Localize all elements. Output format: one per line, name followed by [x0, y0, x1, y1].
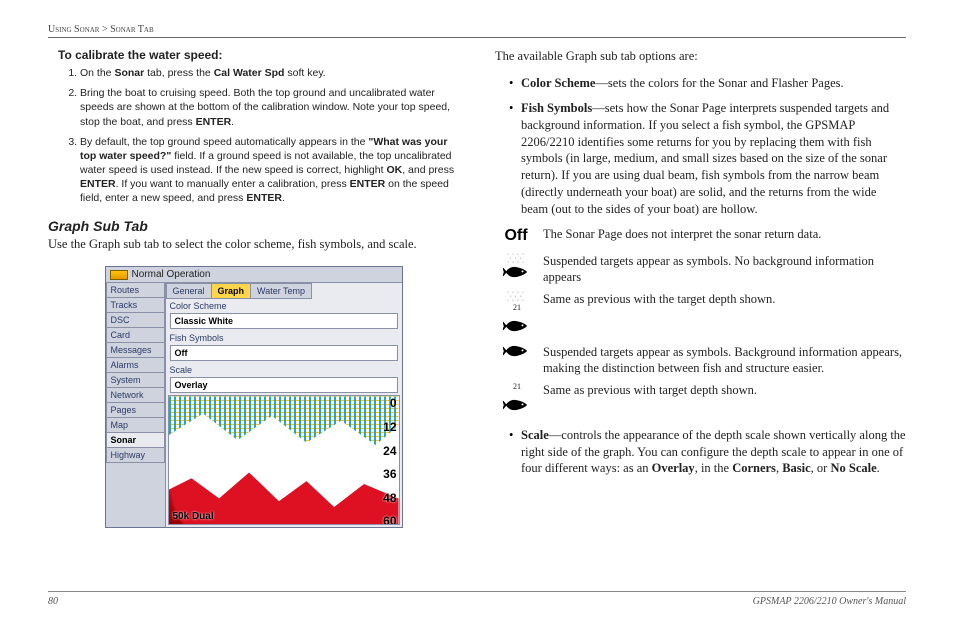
device-field-label: Scale [166, 363, 402, 377]
fish-symbol-row: 21 Same as previous with target depth sh… [499, 382, 906, 417]
fish-symbol-table: Off The Sonar Page does not interpret the… [499, 226, 906, 417]
procedure-step: On the Sonar tab, press the Cal Water Sp… [80, 66, 459, 80]
options-intro: The available Graph sub tab options are: [495, 48, 906, 65]
device-title: Normal Operation [132, 269, 211, 280]
fish-symbol-row: Suspended targets appear as symbols. Bac… [499, 344, 906, 377]
page-number: 80 [48, 596, 58, 607]
manual-title: GPSMAP 2206/2210 Owner's Manual [753, 596, 906, 607]
device-side-tab[interactable]: DSC [106, 312, 165, 328]
device-side-tab[interactable]: Network [106, 387, 165, 403]
option-item: Scale—controls the appearance of the dep… [509, 427, 906, 478]
device-subtab[interactable]: General [166, 283, 212, 299]
fish-dots-icon: ∙ ∙ ∙ ∙∙ ∙ ∙∙ ∙ ∙ ∙ [499, 253, 533, 283]
device-side-tab[interactable]: System [106, 372, 165, 388]
device-side-tab[interactable]: Alarms [106, 357, 165, 373]
device-side-tab[interactable]: Card [106, 327, 165, 343]
depth-scale-number: 24 [383, 444, 396, 458]
device-side-tab[interactable]: Messages [106, 342, 165, 358]
device-side-tab[interactable]: Routes [106, 282, 165, 298]
breadcrumb: Using Sonar > Sonar Tab [48, 24, 906, 38]
depth-scale-number: 36 [383, 467, 396, 481]
device-titlebar: Normal Operation [106, 267, 402, 283]
device-field-value[interactable]: Off [170, 345, 398, 361]
device-field-label: Color Scheme [166, 299, 402, 313]
fish-symbol-description: Suspended targets appear as symbols. No … [543, 253, 906, 286]
procedure-steps: On the Sonar tab, press the Cal Water Sp… [80, 66, 459, 206]
depth-scale-number: 12 [383, 420, 396, 434]
sonar-freq-label: 50k Dual [173, 512, 214, 522]
breadcrumb-section: Using Sonar [48, 24, 99, 35]
options-list-1: Color Scheme—sets the colors for the Son… [509, 75, 906, 218]
fish-solid-icon [499, 344, 533, 358]
noise-dots-icon: ∙ ∙ ∙ ∙∙ ∙ ∙∙ ∙ ∙ ∙ [503, 253, 529, 265]
right-column: The available Graph sub tab options are:… [495, 48, 906, 528]
device-field-value[interactable]: Classic White [170, 313, 398, 329]
procedure-step: By default, the top ground speed automat… [80, 135, 459, 206]
device-side-tab[interactable]: Map [106, 417, 165, 433]
device-side-tab[interactable]: Highway [106, 447, 165, 463]
breadcrumb-page: Sonar Tab [110, 24, 154, 35]
fish-solid-depth-icon: 21 [499, 382, 533, 417]
device-field-label: Fish Symbols [166, 331, 402, 345]
device-main-panel: GeneralGraphWater Temp Color SchemeClass… [166, 283, 402, 527]
fish-symbol-description: Suspended targets appear as symbols. Bac… [543, 344, 906, 377]
options-list-2: Scale—controls the appearance of the dep… [509, 427, 906, 478]
fish-symbol-row: Off The Sonar Page does not interpret the… [499, 226, 906, 247]
fish-dots-depth-icon: ∙ ∙ ∙ ∙∙ ∙ ∙∙ ∙ ∙ ∙21 [499, 291, 533, 338]
fish-symbol-description: Same as previous with target depth shown… [543, 382, 906, 398]
device-side-tab[interactable]: Pages [106, 402, 165, 418]
option-item: Fish Symbols—sets how the Sonar Page int… [509, 100, 906, 218]
left-column: To calibrate the water speed: On the Son… [48, 48, 459, 528]
fish-symbol-description: The Sonar Page does not interpret the so… [543, 226, 906, 242]
satellite-icon [110, 270, 128, 280]
fish-symbol-row: ∙ ∙ ∙ ∙∙ ∙ ∙∙ ∙ ∙ ∙ Suspended targets ap… [499, 253, 906, 286]
depth-scale-number: 60 [383, 514, 396, 525]
procedure-step: Bring the boat to cruising speed. Both t… [80, 86, 459, 129]
fish-symbol-row: ∙ ∙ ∙ ∙∙ ∙ ∙∙ ∙ ∙ ∙21 Same as previous w… [499, 291, 906, 338]
depth-scale-number: 0 [390, 396, 397, 410]
page-footer: 80 GPSMAP 2206/2210 Owner's Manual [48, 591, 906, 607]
graph-subtab-heading: Graph Sub Tab [48, 218, 459, 234]
device-screenshot: Normal Operation RoutesTracksDSCCardMess… [105, 266, 403, 528]
device-subtabs: GeneralGraphWater Temp [166, 283, 402, 299]
noise-dots-icon: ∙ ∙ ∙ ∙∙ ∙ ∙∙ ∙ ∙ ∙ [499, 291, 533, 303]
sonar-surface-noise [169, 396, 399, 445]
device-fields: Color SchemeClassic White Fish SymbolsOff… [166, 299, 402, 393]
depth-scale-number: 48 [383, 491, 396, 505]
device-side-tab[interactable]: Sonar [106, 432, 165, 448]
option-item: Color Scheme—sets the colors for the Son… [509, 75, 906, 92]
fish-symbol-description: Same as previous with the target depth s… [543, 291, 906, 307]
off-icon: Off [499, 226, 533, 247]
device-field-value[interactable]: Overlay [170, 377, 398, 393]
procedure-heading: To calibrate the water speed: [58, 48, 459, 62]
sonar-graph: 0 12 24 36 48 60 50k Dual [168, 395, 400, 525]
device-subtab[interactable]: Water Temp [250, 283, 312, 299]
device-subtab[interactable]: Graph [211, 283, 252, 299]
device-side-tab[interactable]: Tracks [106, 297, 165, 313]
device-side-tabs: RoutesTracksDSCCardMessagesAlarmsSystemN… [106, 283, 166, 527]
graph-subtab-intro: Use the Graph sub tab to select the colo… [48, 236, 459, 253]
